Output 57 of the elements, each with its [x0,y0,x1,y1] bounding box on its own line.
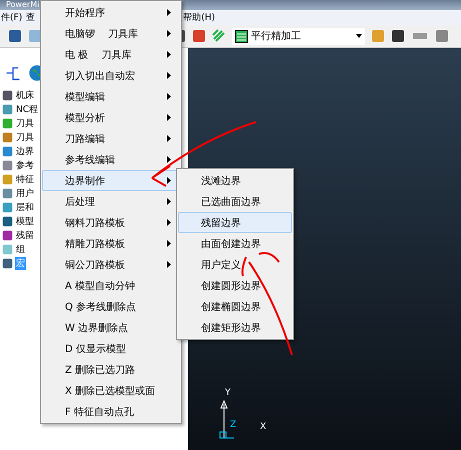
menu-item[interactable]: Z 删除已选刀路 [42,359,180,380]
node-icon[interactable] [2,90,13,100]
menu-item[interactable]: 帮助(H) [182,11,216,24]
node-icon[interactable] [2,118,13,128]
tree-item[interactable]: 刀具 [15,130,35,144]
menu-item[interactable]: 钢料刀路模板 [42,212,180,233]
tree-item[interactable]: 边界 [15,144,35,158]
node-icon[interactable] [2,104,13,114]
menu-item[interactable]: 开始程序 [42,2,180,23]
list-icon [235,30,248,42]
strategy-dropdown[interactable]: 平行精加工 [232,28,365,44]
node-icon[interactable] [2,174,13,184]
menu-item[interactable]: 参考线编辑 [42,149,180,170]
axis-label: X [260,422,266,432]
axis-label: Z [230,420,236,430]
menu-item[interactable]: Q 参考线删除点 [42,296,180,317]
node-icon[interactable] [2,132,13,142]
node-icon[interactable] [2,146,13,156]
menu-item[interactable]: D 仅显示模型 [42,338,180,359]
tree-icon[interactable] [4,64,22,82]
menu-item[interactable]: 模型编辑 [42,86,180,107]
menu-item[interactable]: W 边界删除点 [42,317,180,338]
tree-item[interactable]: 刀具 [15,116,35,130]
node-icon[interactable] [2,202,13,212]
menu-item[interactable]: 模型分析 [42,107,180,128]
tree-item[interactable]: 参考 [15,158,35,172]
menu-item[interactable]: 电 极 刀具库 [42,44,180,65]
menu-item[interactable]: X 删除已选模型或面 [42,380,180,401]
menu-item[interactable]: 残留边界 [178,212,292,233]
tree-item[interactable]: 模型 [15,214,35,228]
menu-item[interactable]: 精雕刀路模板 [42,233,180,254]
node-icon[interactable] [2,160,13,170]
tree-item[interactable]: 特征 [15,172,35,186]
node-icon[interactable] [2,230,13,240]
menu-item[interactable]: 后处理 [42,191,180,212]
tree-item[interactable]: 组 [15,242,26,256]
node-icon[interactable] [2,258,13,268]
tree-item[interactable]: 层和 [15,200,35,214]
node-icon[interactable] [2,216,13,226]
menu-item[interactable]: F 特征自动点孔 [42,401,180,422]
menu-item[interactable]: 件(F) [0,11,24,24]
node-icon[interactable] [2,188,13,198]
tree-item[interactable]: 用户 [15,186,35,200]
stripes-icon[interactable] [212,29,226,43]
menu-item[interactable]: A 模型自动分钟 [42,275,180,296]
menu-item[interactable]: 铜公刀路模板 [42,254,180,275]
caret-icon [356,34,362,38]
menu-item[interactable]: 切入切出自动宏 [42,65,180,86]
node-icon[interactable] [2,244,13,254]
tree-item[interactable]: NC程 [15,102,40,116]
menu-item[interactable]: 刀路编辑 [42,128,180,149]
tree-item[interactable]: 机床 [15,88,35,102]
axis-label: Y [225,388,230,398]
menu-item[interactable]: 查 [25,11,36,24]
window-title: PowerMi [6,0,40,10]
tree-item[interactable]: 残留 [15,228,35,242]
menu-item[interactable]: 电脑锣 刀具库 [42,23,180,44]
